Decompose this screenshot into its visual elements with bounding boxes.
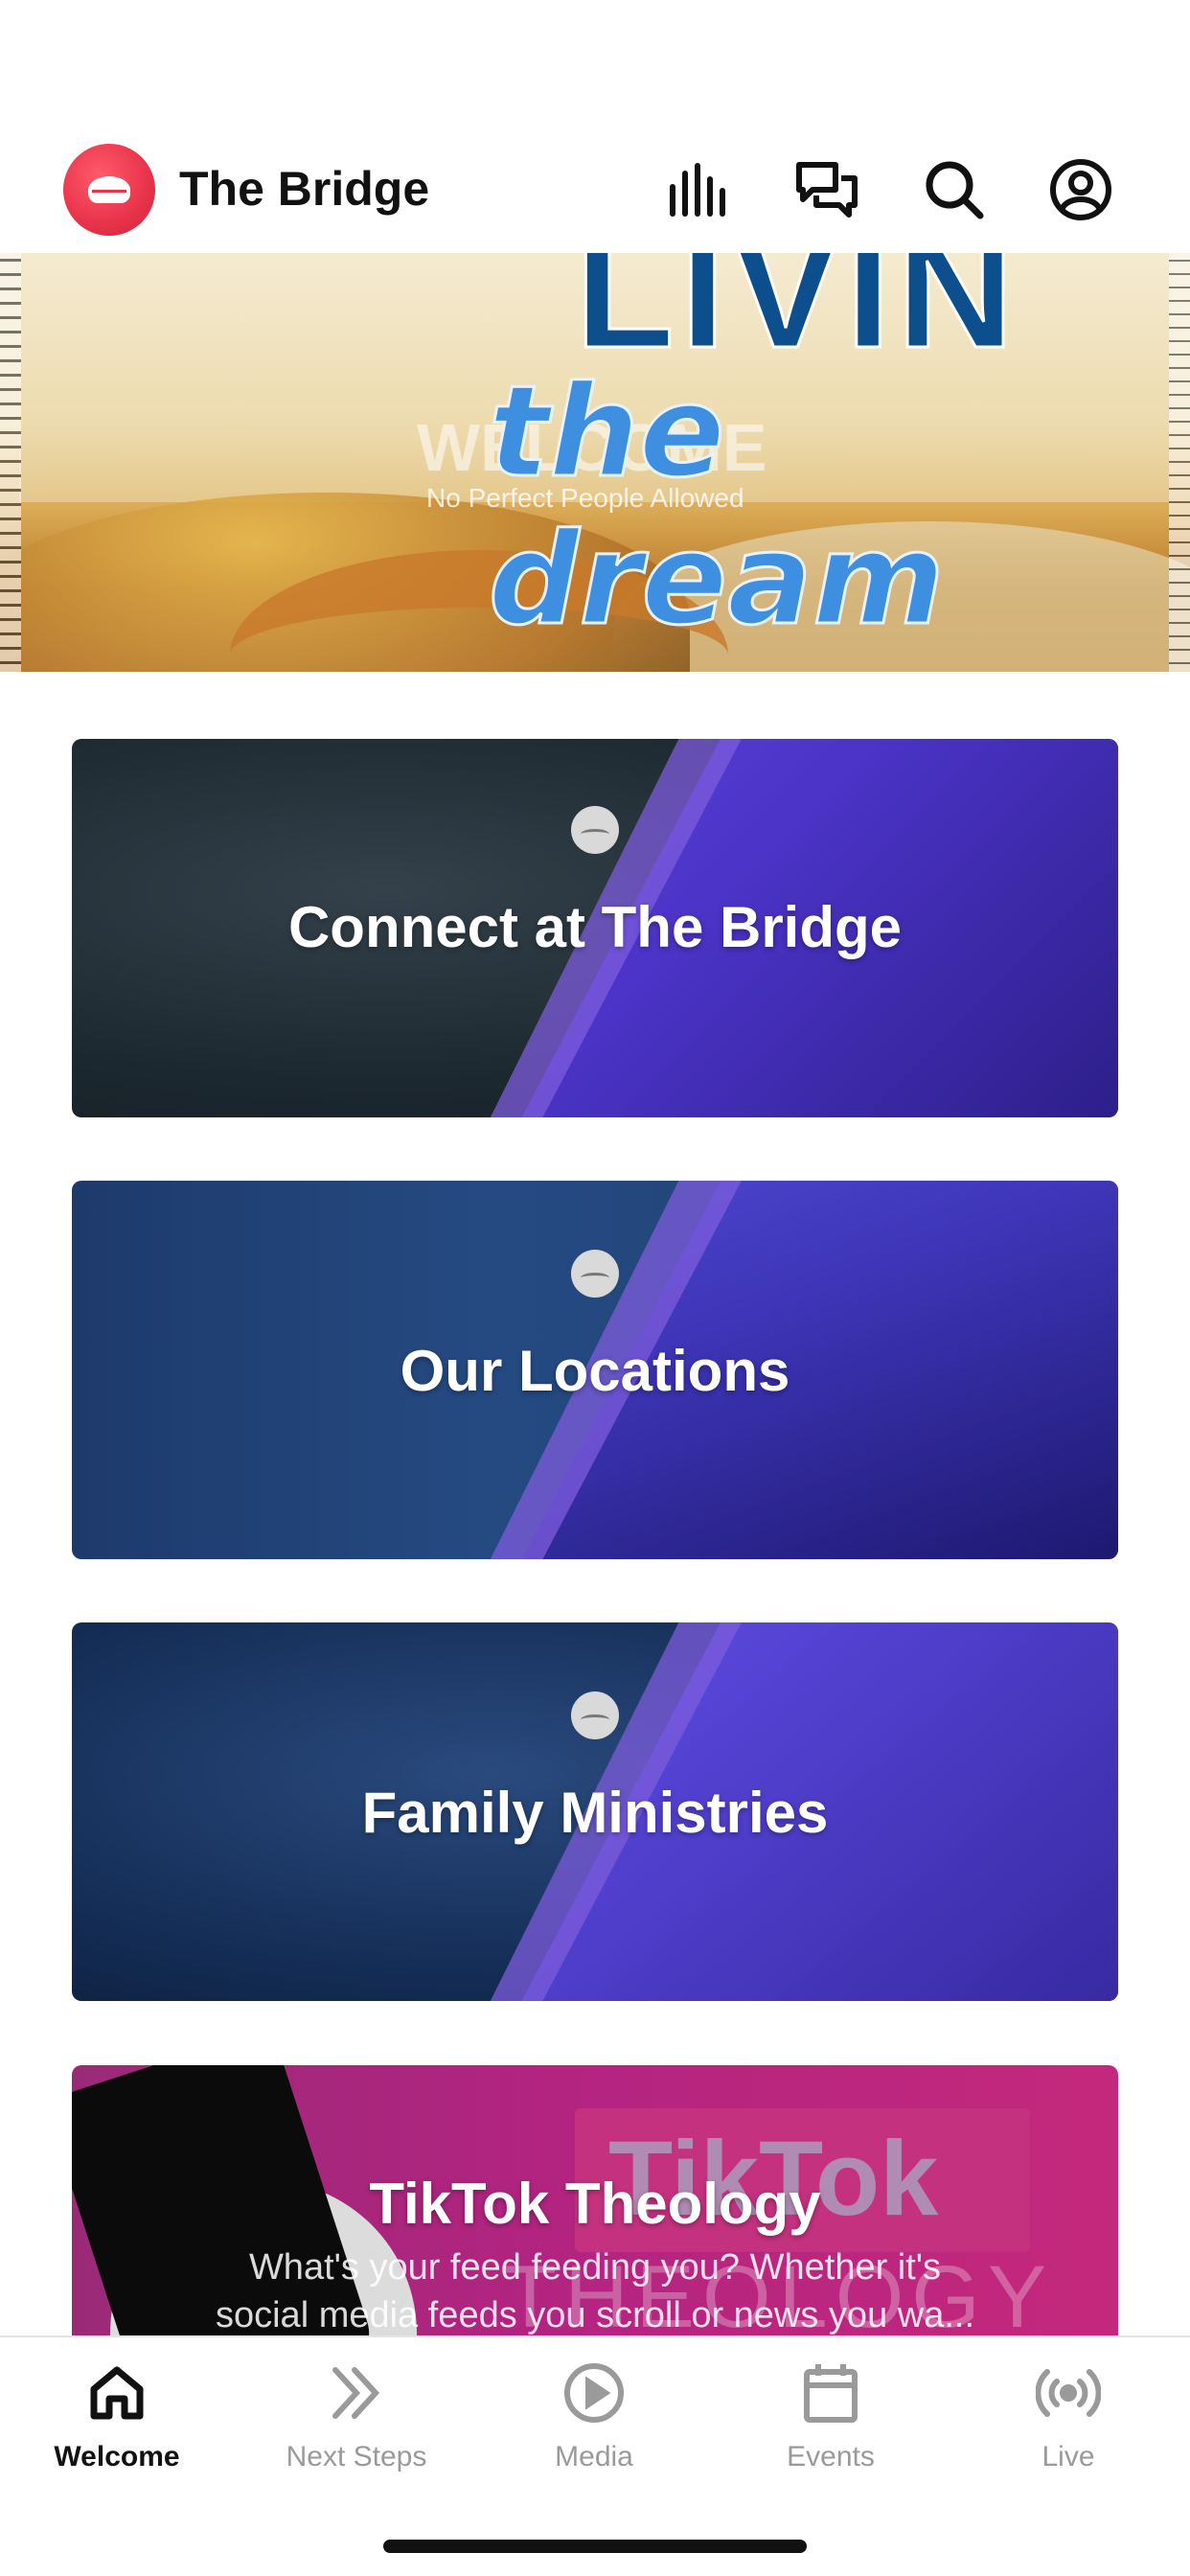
tab-label: Live [1041, 2441, 1095, 2472]
search-icon[interactable] [918, 153, 991, 226]
tab-label: Next Steps [286, 2441, 427, 2472]
tab-live[interactable]: Live [973, 2358, 1164, 2473]
home-indicator[interactable] [383, 2540, 807, 2553]
card-description-line-2: social media feeds you scroll or news yo… [215, 2295, 975, 2335]
hero-headline-bottom: the dream [488, 357, 947, 656]
stats-icon[interactable] [663, 153, 736, 226]
card-locations[interactable]: Our Locations [72, 1181, 1118, 1559]
broadcast-icon [1034, 2358, 1103, 2427]
card-title: TikTok Theology [369, 2172, 821, 2236]
tab-next-steps[interactable]: Next Steps [261, 2358, 452, 2473]
calendar-icon [796, 2358, 865, 2427]
card-connect[interactable]: Connect at The Bridge [72, 739, 1118, 1117]
bridge-logo-icon [571, 1250, 619, 1298]
tab-events[interactable]: Events [735, 2358, 927, 2473]
church-logo-icon[interactable] [63, 144, 155, 236]
app-header: The Bridge [0, 0, 1190, 253]
hero-banner[interactable]: WELCOME No Perfect People Allowed LIVIN … [0, 253, 1190, 672]
bridge-logo-icon [571, 806, 619, 854]
card-title: Our Locations [400, 1339, 790, 1403]
play-circle-icon [560, 2358, 629, 2427]
card-tiktok-theology[interactable]: TikTok THEOLOGY TikTok Theology What's y… [72, 2065, 1118, 2335]
chat-icon[interactable] [790, 153, 863, 226]
home-icon [82, 2358, 151, 2427]
tab-label: Welcome [54, 2441, 180, 2472]
card-title: Connect at The Bridge [287, 895, 903, 959]
card-description-line-1: What's your feed feeding you? Whether it… [248, 2247, 942, 2288]
profile-icon[interactable] [1044, 153, 1117, 226]
card-family-ministries[interactable]: Family Ministries [72, 1622, 1118, 2001]
double-chevron-icon [322, 2358, 391, 2427]
tab-welcome[interactable]: Welcome [21, 2358, 213, 2473]
app-title: The Bridge [179, 162, 430, 216]
bridge-logo-icon [571, 1691, 619, 1739]
card-title: Family Ministries [361, 1781, 829, 1845]
tab-label: Events [787, 2441, 875, 2472]
tab-media[interactable]: Media [498, 2358, 690, 2473]
tab-label: Media [555, 2441, 633, 2472]
